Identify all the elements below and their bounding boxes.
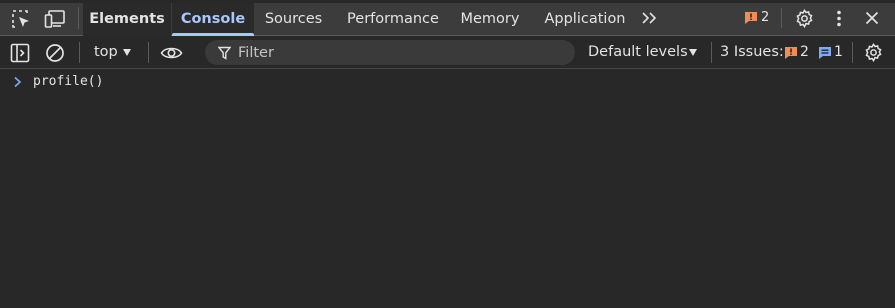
console-output[interactable]: profile() bbox=[0, 69, 895, 308]
tab-memory[interactable]: Memory bbox=[454, 3, 526, 36]
console-filter[interactable] bbox=[205, 40, 575, 65]
toolbar-divider bbox=[148, 42, 149, 63]
device-toolbar-icon[interactable] bbox=[44, 9, 66, 29]
tab-elements[interactable]: Elements bbox=[83, 3, 171, 36]
toolbar-divider bbox=[711, 42, 712, 63]
info-issue-count[interactable]: 1 bbox=[834, 44, 843, 60]
devtools-tab-bar: Elements Console Sources Performance Mem… bbox=[0, 0, 895, 36]
issue-warning-icon[interactable] bbox=[744, 11, 758, 25]
toolbar-divider bbox=[852, 42, 853, 63]
close-icon[interactable] bbox=[865, 11, 879, 25]
warning-issue-icon[interactable] bbox=[784, 46, 798, 60]
settings-gear-icon[interactable] bbox=[795, 9, 814, 28]
tab-console[interactable]: Console bbox=[172, 3, 254, 36]
tab-performance[interactable]: Performance bbox=[336, 3, 450, 36]
console-input-line[interactable]: profile() bbox=[33, 74, 103, 89]
tab-divider bbox=[78, 7, 79, 29]
log-levels-dropdown[interactable]: Default levels bbox=[588, 44, 688, 60]
console-toolbar: top Default levels 3 Issues: 2 bbox=[0, 36, 895, 69]
context-dropdown-caret-icon[interactable] bbox=[123, 49, 131, 56]
log-levels-caret-icon[interactable] bbox=[689, 49, 697, 56]
info-issue-icon[interactable] bbox=[818, 46, 832, 60]
issue-count[interactable]: 2 bbox=[761, 10, 769, 25]
warning-issue-count[interactable]: 2 bbox=[800, 44, 809, 60]
tab-sources[interactable]: Sources bbox=[256, 3, 331, 36]
live-expression-eye-icon[interactable] bbox=[160, 45, 183, 61]
sidebar-toggle-icon[interactable] bbox=[10, 43, 30, 63]
clear-console-icon[interactable] bbox=[45, 43, 65, 63]
filter-funnel-icon bbox=[218, 46, 231, 60]
context-selector[interactable]: top bbox=[94, 44, 118, 60]
tab-divider bbox=[781, 8, 782, 28]
issues-label[interactable]: 3 Issues: bbox=[720, 44, 784, 60]
kebab-menu-icon[interactable] bbox=[836, 10, 842, 27]
inspect-element-icon[interactable] bbox=[11, 9, 31, 29]
prompt-chevron-icon bbox=[13, 76, 23, 88]
console-settings-gear-icon[interactable] bbox=[864, 43, 883, 62]
more-tabs-icon[interactable] bbox=[641, 11, 659, 25]
tab-application[interactable]: Application bbox=[539, 3, 631, 36]
toolbar-divider bbox=[79, 42, 80, 63]
filter-input[interactable] bbox=[238, 40, 558, 65]
